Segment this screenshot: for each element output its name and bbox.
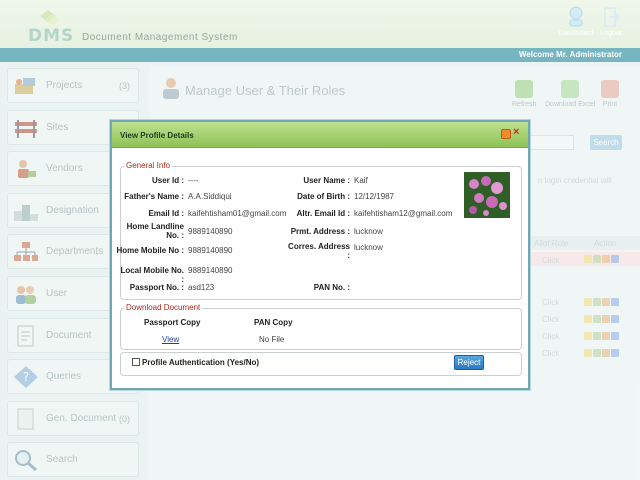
prmt-address-label: Prmt. Address : bbox=[290, 227, 350, 236]
home-mobile-value: 9889140890 bbox=[188, 246, 233, 255]
passport-value: asd123 bbox=[188, 283, 215, 292]
user-name-value: Kaif bbox=[354, 176, 368, 185]
dob-label: Date of Birth : bbox=[297, 192, 350, 201]
close-icon[interactable]: × bbox=[513, 126, 519, 138]
profile-authentication-checkbox[interactable] bbox=[132, 358, 140, 366]
father-name-value: A.A.Siddiqui bbox=[188, 192, 232, 201]
corres-address-label-line2: : bbox=[347, 251, 350, 260]
profile-modal: View Profile Details × General Info User… bbox=[110, 120, 530, 390]
user-id-label: User Id : bbox=[151, 176, 184, 185]
pan-no-file: No File bbox=[259, 335, 285, 344]
pan-label: PAN No. : bbox=[313, 283, 350, 292]
download-document-legend: Download Document bbox=[124, 303, 203, 312]
modal-header: View Profile Details × bbox=[112, 122, 528, 148]
altr-email-label: Altr. Email Id : bbox=[296, 209, 350, 218]
pan-copy-label: PAN Copy bbox=[254, 318, 293, 327]
download-document-group bbox=[120, 308, 522, 350]
modal-title: View Profile Details bbox=[120, 131, 194, 140]
corres-address-label: Corres. Address : bbox=[280, 242, 350, 260]
view-passport-link[interactable]: View bbox=[162, 335, 179, 344]
reject-button[interactable]: Reject bbox=[454, 355, 484, 370]
profile-authentication-label: Profile Authentication (Yes/No) bbox=[142, 358, 260, 367]
local-mobile-label: Local Mobile No. : bbox=[120, 266, 184, 284]
home-landline-label-line2: No. : bbox=[166, 231, 184, 240]
home-landline-value: 9889140890 bbox=[188, 227, 233, 236]
profile-photo bbox=[464, 172, 510, 218]
email-label: Email Id : bbox=[148, 209, 184, 218]
user-name-label: User Name : bbox=[303, 176, 350, 185]
prmt-address-value: lucknow bbox=[354, 227, 383, 236]
home-landline-label: Home Landline No. : bbox=[122, 222, 184, 240]
general-info-legend: General Info bbox=[124, 161, 173, 170]
dob-value: 12/12/1987 bbox=[354, 192, 395, 201]
passport-copy-label: Passport Copy bbox=[144, 318, 201, 327]
corres-address-value: lucknow bbox=[354, 243, 383, 252]
home-mobile-label: Home Mobile No : bbox=[116, 246, 184, 255]
corres-address-label-line1: Corres. Address bbox=[288, 242, 350, 251]
father-name-label: Father's Name : bbox=[124, 192, 184, 201]
minimize-icon[interactable] bbox=[501, 129, 511, 139]
altr-email-value: kaifehtisham12@gmail.com bbox=[354, 209, 453, 218]
local-mobile-value: 9889140890 bbox=[188, 266, 233, 275]
email-value: kaifehtisham01@gmail.com bbox=[188, 209, 287, 218]
passport-label: Passport No. : bbox=[129, 283, 184, 292]
home-landline-label-line1: Home Landline bbox=[126, 222, 184, 231]
user-id-value: ---- bbox=[188, 176, 199, 185]
